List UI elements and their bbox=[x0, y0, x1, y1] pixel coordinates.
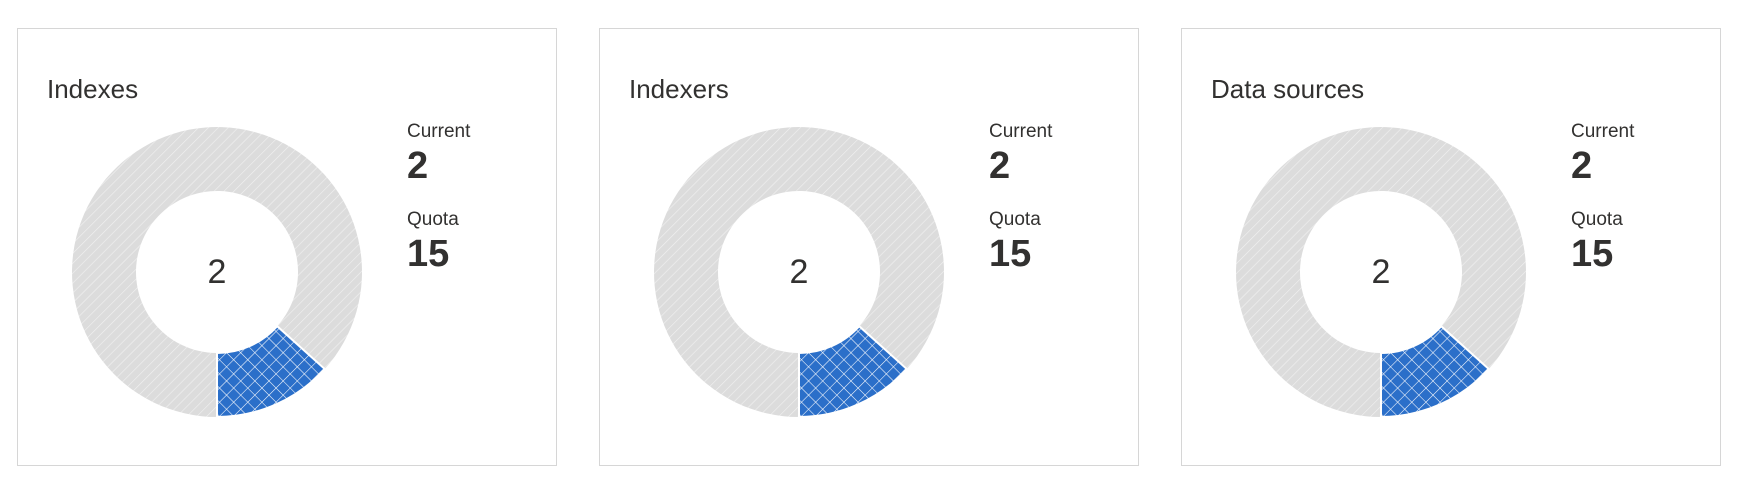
quota-value: 15 bbox=[989, 233, 1032, 275]
current-label: Current bbox=[989, 121, 1053, 142]
donut-center-value: 2 bbox=[1372, 253, 1391, 291]
quota-label: Quota bbox=[1571, 209, 1623, 230]
usage-donut-chart: 2 bbox=[1236, 126, 1526, 418]
metrics-panel: Current 2 Quota 15 bbox=[1571, 120, 1634, 276]
usage-card-indexes: Indexes 2 Current 2 Quota 15 bbox=[17, 28, 557, 466]
current-value: 2 bbox=[1571, 145, 1593, 187]
donut-center-value: 2 bbox=[208, 253, 227, 291]
usage-donut-chart: 2 bbox=[72, 126, 363, 418]
donut-center-value: 2 bbox=[790, 253, 809, 291]
quota-label: Quota bbox=[989, 209, 1041, 230]
card-title: Indexers bbox=[629, 74, 729, 104]
current-label: Current bbox=[407, 121, 471, 142]
metrics-panel: Current 2 Quota 15 bbox=[989, 120, 1052, 276]
current-value: 2 bbox=[407, 145, 429, 187]
usage-card-data-sources: Data sources 2 Current 2 Quota 15 bbox=[1181, 28, 1721, 466]
quota-value: 15 bbox=[407, 233, 450, 275]
usage-donut-chart: 2 bbox=[654, 126, 944, 418]
card-title: Data sources bbox=[1211, 74, 1365, 104]
current-value: 2 bbox=[989, 145, 1011, 187]
metrics-panel: Current 2 Quota 15 bbox=[407, 120, 470, 276]
quota-label: Quota bbox=[407, 209, 459, 230]
current-label: Current bbox=[1571, 121, 1635, 142]
quota-value: 15 bbox=[1571, 233, 1614, 275]
usage-card-indexers: Indexers 2 Current 2 Quota 15 bbox=[599, 28, 1139, 466]
card-title: Indexes bbox=[47, 74, 139, 104]
